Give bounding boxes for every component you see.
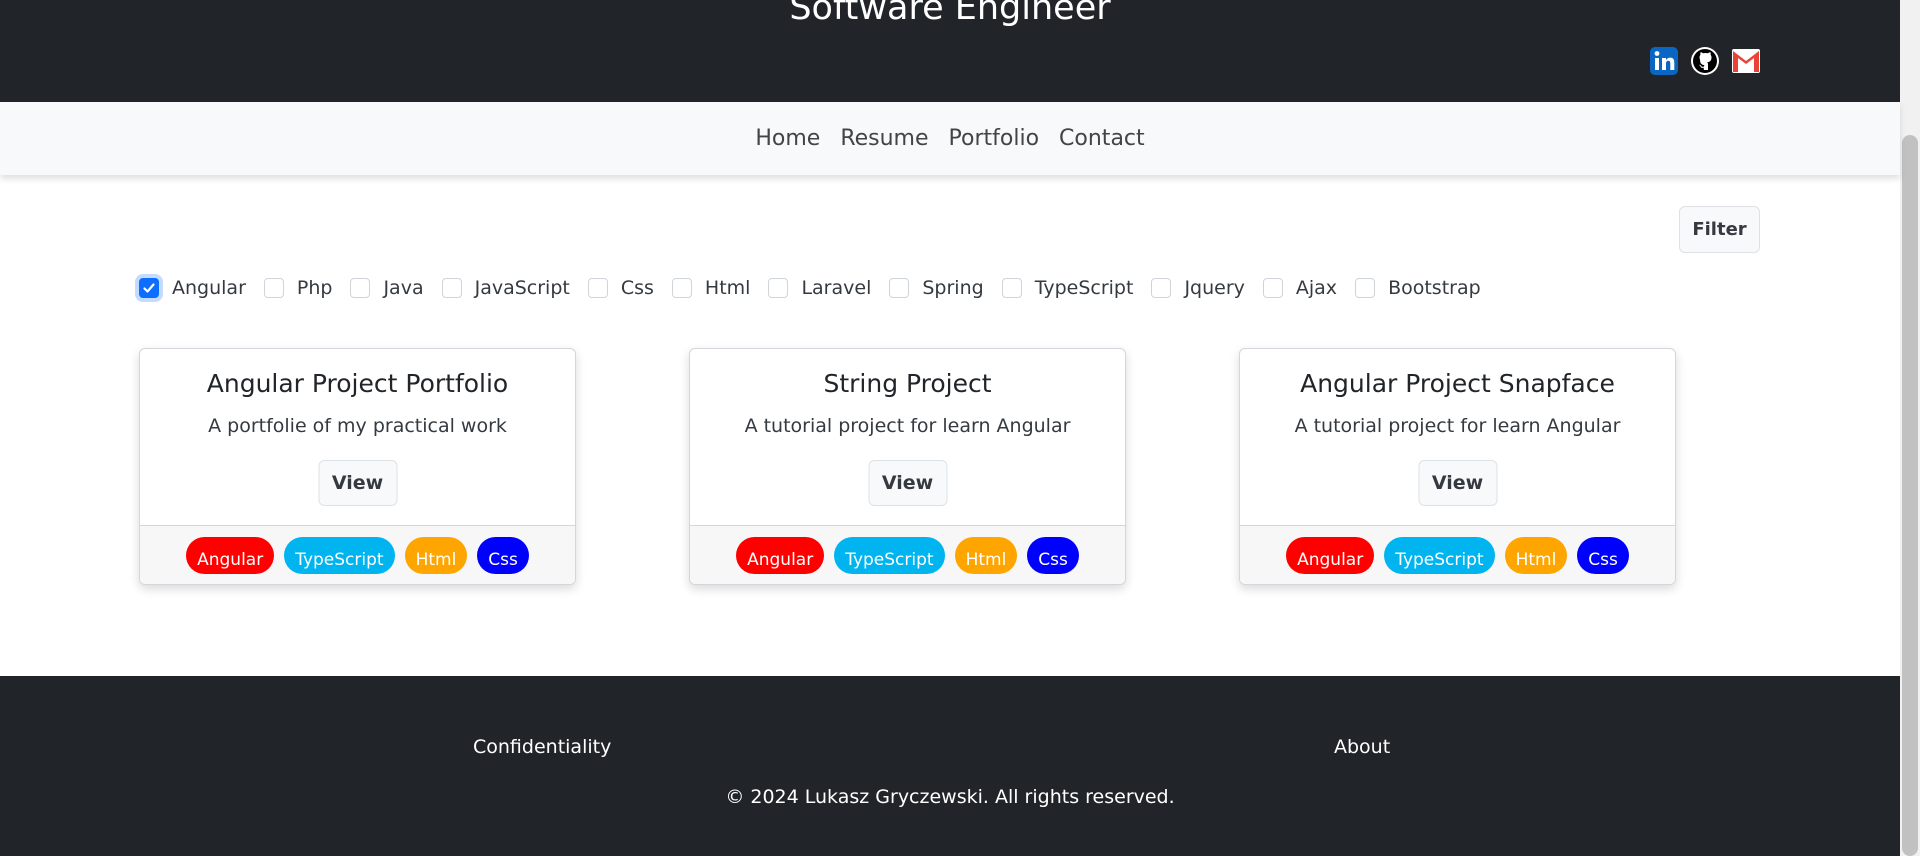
tag-badge: Css	[1577, 536, 1629, 574]
filter-option-bootstrap[interactable]: Bootstrap	[1355, 277, 1481, 299]
view-button[interactable]: View	[1418, 460, 1497, 506]
checkbox[interactable]	[1262, 278, 1283, 298]
project-card: Angular Project Snapface A tutorial proj…	[1239, 348, 1676, 585]
checkbox-label: Php	[296, 277, 333, 299]
page-title: Software Engineer	[789, 0, 1111, 28]
checkbox-label: Html	[704, 277, 751, 299]
filter-option-angular[interactable]: Angular	[139, 277, 246, 299]
checkbox-label: JavaScript	[474, 277, 570, 299]
gmail-icon	[1732, 49, 1760, 73]
project-card: Angular Project Portfolio A portfolie of…	[139, 348, 576, 585]
tag-badge: TypeScript	[1384, 536, 1495, 574]
github-link[interactable]	[1690, 46, 1720, 76]
filter-option-spring[interactable]: Spring	[889, 277, 984, 299]
project-card: String Project A tutorial project for le…	[689, 348, 1126, 585]
linkedin-link[interactable]	[1649, 46, 1679, 76]
checkbox[interactable]	[1151, 278, 1172, 298]
checkbox-label: Laravel	[801, 277, 872, 299]
checkbox[interactable]	[671, 278, 692, 298]
checkbox[interactable]	[139, 278, 159, 298]
filter-option-javascript[interactable]: JavaScript	[441, 277, 570, 299]
checkbox-label: TypeScript	[1034, 277, 1134, 299]
nav-home[interactable]: Home	[755, 126, 820, 151]
tag-badge: Css	[1027, 536, 1079, 574]
tag-list: Angular TypeScript Html Css	[140, 525, 575, 584]
tag-badge: Angular	[736, 536, 825, 574]
scrollbar-thumb[interactable]	[1902, 135, 1918, 856]
checkbox[interactable]	[889, 278, 910, 298]
project-title: Angular Project Portfolio	[206, 369, 509, 398]
checkbox-label: Angular	[172, 277, 246, 299]
filter-option-css[interactable]: Css	[587, 277, 654, 299]
checkbox-label: Ajax	[1295, 277, 1338, 299]
view-button[interactable]: View	[868, 460, 947, 506]
checkbox[interactable]	[1355, 278, 1376, 298]
tag-badge: Html	[1504, 536, 1568, 574]
linkedin-icon	[1650, 47, 1678, 75]
nav-contact[interactable]: Contact	[1059, 126, 1145, 151]
copyright-text: © 2024 Lukasz Gryczewski. All rights res…	[725, 786, 1175, 808]
social-links	[1649, 46, 1761, 76]
filter-button[interactable]: Filter	[1679, 206, 1760, 253]
confidentiality-link[interactable]: Confidentiality	[473, 736, 611, 758]
page-footer: Confidentiality About © 2024 Lukasz Gryc…	[0, 676, 1900, 856]
vertical-scrollbar[interactable]	[1900, 0, 1920, 856]
filter-option-html[interactable]: Html	[671, 277, 751, 299]
about-link[interactable]: About	[1334, 736, 1390, 758]
filter-option-php[interactable]: Php	[263, 277, 333, 299]
top-header: Software Engineer	[0, 0, 1900, 102]
project-description: A tutorial project for learn Angular	[1294, 415, 1621, 437]
tag-list: Angular TypeScript Html Css	[690, 525, 1125, 584]
checkbox-label: Jquery	[1184, 277, 1245, 299]
github-icon	[1691, 47, 1719, 75]
tag-badge: Html	[404, 536, 468, 574]
filter-option-jquery[interactable]: Jquery	[1151, 277, 1245, 299]
view-button[interactable]: View	[318, 460, 397, 506]
filter-option-typescript[interactable]: TypeScript	[1001, 277, 1134, 299]
checkbox[interactable]	[350, 278, 371, 298]
tag-badge: TypeScript	[284, 536, 395, 574]
tag-badge: Html	[954, 536, 1018, 574]
filter-option-java[interactable]: Java	[350, 277, 424, 299]
technology-filter: Angular Php Java JavaScript Css Html Laravel Sp…	[139, 276, 1499, 300]
tag-badge: TypeScript	[834, 536, 945, 574]
filter-option-laravel[interactable]: Laravel	[768, 277, 871, 299]
checkbox-label: Bootstrap	[1388, 277, 1481, 299]
checkbox[interactable]	[441, 278, 462, 298]
project-description: A portfolie of my practical work	[208, 415, 507, 437]
gmail-link[interactable]	[1731, 46, 1761, 76]
tag-list: Angular TypeScript Html Css	[1240, 525, 1675, 584]
checkbox[interactable]	[1001, 278, 1022, 298]
tag-badge: Css	[477, 536, 529, 574]
project-description: A tutorial project for learn Angular	[744, 415, 1071, 437]
checkbox-label: Spring	[922, 277, 984, 299]
main-nav: Home Resume Portfolio Contact	[0, 102, 1900, 175]
filter-option-ajax[interactable]: Ajax	[1262, 277, 1338, 299]
checkbox[interactable]	[263, 278, 284, 298]
tag-badge: Angular	[186, 536, 275, 574]
tag-badge: Angular	[1286, 536, 1375, 574]
project-title: String Project	[823, 369, 992, 398]
project-title: Angular Project Snapface	[1300, 369, 1615, 398]
checkmark-icon	[143, 283, 155, 293]
nav-portfolio[interactable]: Portfolio	[949, 126, 1040, 151]
checkbox-label: Css	[620, 277, 654, 299]
checkbox-label: Java	[383, 277, 424, 299]
nav-resume[interactable]: Resume	[840, 126, 928, 151]
checkbox[interactable]	[768, 278, 789, 298]
checkbox[interactable]	[587, 278, 608, 298]
